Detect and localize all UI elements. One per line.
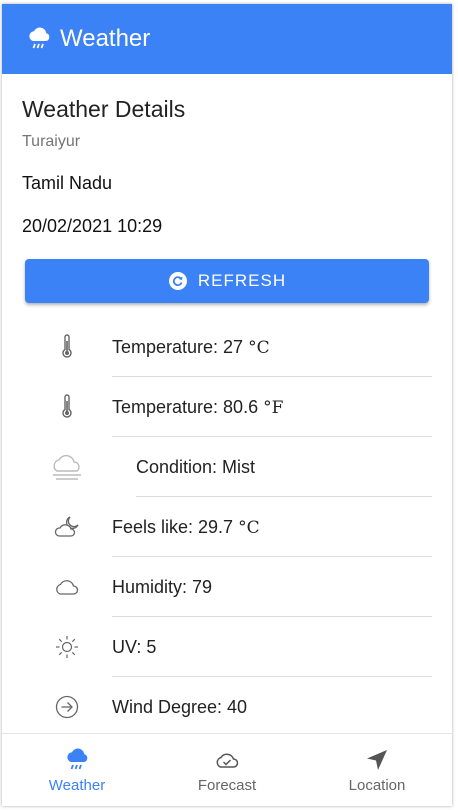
tab-forecast[interactable]: Forecast xyxy=(152,734,302,806)
list-item-feels-like: Feels like: 29.7 °C xyxy=(22,497,432,557)
state-name: Tamil Nadu xyxy=(22,173,113,193)
wind-degree-label: Wind Degree: 40 xyxy=(112,696,248,717)
cloudy-night-icon xyxy=(54,516,79,537)
uv-label: UV: 5 xyxy=(112,636,157,657)
list-item-temperature-c: Temperature: 27 °C xyxy=(22,317,432,377)
feels-like-label: Feels like: 29.7 xyxy=(112,516,239,537)
thermometer-icon xyxy=(62,394,72,418)
app-bar: Weather xyxy=(2,4,452,74)
sun-icon xyxy=(56,636,78,658)
date-time: 20/02/2021 10:29 xyxy=(22,216,163,236)
page-title: Weather Details xyxy=(22,96,186,122)
humidity-label: Humidity: 79 xyxy=(112,576,213,597)
refresh-icon xyxy=(168,272,187,290)
bottom-navigation: Weather Forecast Location xyxy=(2,733,452,806)
navigation-arrow-icon xyxy=(367,749,387,770)
temperature-c-label: Temperature: 27 xyxy=(112,336,249,357)
tab-location-label: Location xyxy=(348,776,406,794)
feels-like-unit: °C xyxy=(238,517,260,538)
list-item-humidity: Humidity: 79 xyxy=(22,557,432,617)
rain-cloud-icon xyxy=(67,748,88,769)
refresh-button[interactable]: REFRESH xyxy=(25,259,429,303)
list-item-temperature-f: Temperature: 80.6 °F xyxy=(22,377,432,437)
list-item-uv: UV: 5 xyxy=(22,617,432,677)
tab-weather-label: Weather xyxy=(48,776,106,794)
refresh-label: REFRESH xyxy=(197,271,287,290)
mist-icon xyxy=(53,454,81,480)
arrow-circle-icon xyxy=(55,695,79,719)
city-name: Turaiyur xyxy=(22,133,81,150)
tab-location[interactable]: Location xyxy=(302,734,452,806)
cloud-icon xyxy=(56,580,79,595)
temperature-f-unit: °F xyxy=(263,397,284,418)
thermometer-icon xyxy=(62,334,72,358)
rain-cloud-icon xyxy=(29,27,50,49)
app-frame: Weather Weather Details Turaiyur Tamil N… xyxy=(2,4,452,806)
app-title: Weather xyxy=(60,25,151,52)
cloud-check-icon xyxy=(216,753,239,768)
list-item-wind-degree: Wind Degree: 40 xyxy=(22,677,432,737)
weather-list: Temperature: 27 °C Temperature: 80.6 °F xyxy=(22,317,432,737)
tab-weather[interactable]: Weather xyxy=(2,734,152,806)
list-item-condition: Condition: Mist xyxy=(22,437,432,497)
condition-label: Condition: Mist xyxy=(136,456,256,477)
tab-forecast-label: Forecast xyxy=(197,776,257,794)
temperature-f-label: Temperature: 80.6 xyxy=(112,396,264,417)
temperature-c-unit: °C xyxy=(248,337,270,358)
weather-details-card: Weather Details Turaiyur Tamil Nadu 20/0… xyxy=(2,74,452,737)
